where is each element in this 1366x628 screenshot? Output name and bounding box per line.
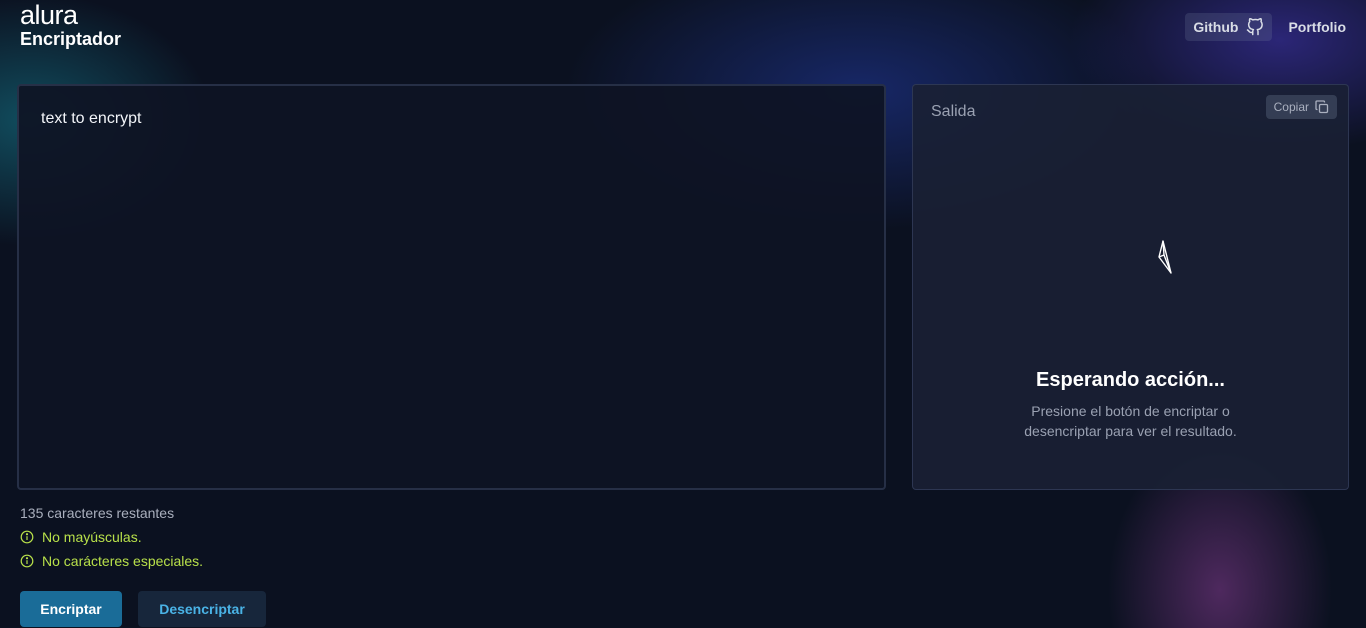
text-input[interactable]: text to encrypt [19,86,884,488]
copy-button[interactable]: Copiar [1265,95,1337,119]
pen-icon [1158,240,1172,274]
output-panel: Salida Copiar Esperando acción... Presio… [912,84,1349,490]
encrypt-button[interactable]: Encriptar [20,591,122,627]
info-icon [20,554,34,568]
output-label: Salida [931,103,976,120]
rule-lowercase: No mayúsculas. [20,529,203,545]
logo-brand: alura [20,0,78,30]
info-icon [20,530,34,544]
rule-text: No mayúsculas. [42,529,142,545]
input-info: 135 caracteres restantes No mayúsculas. … [20,505,203,569]
rule-text: No carácteres especiales. [42,553,204,569]
copy-icon [1315,100,1329,114]
app-logo: alura Encriptador [20,2,121,50]
action-buttons: Encriptar Desencriptar [20,591,266,627]
rule-no-special: No carácteres especiales. [20,553,203,569]
portfolio-link[interactable]: Portfolio [1288,19,1346,35]
waiting-description: Presione el botón de encriptar o desencr… [1024,403,1237,439]
top-nav: Github Portfolio [1185,13,1346,41]
decrypt-button[interactable]: Desencriptar [138,591,266,627]
input-panel: text to encrypt [17,84,886,490]
waiting-title: Esperando acción... [1036,369,1225,391]
github-link[interactable]: Github [1185,13,1273,41]
github-label: Github [1193,19,1239,35]
remaining-characters: 135 caracteres restantes [20,505,175,521]
github-icon [1247,18,1264,36]
app-title: Encriptador [20,29,122,49]
copy-label: Copiar [1273,100,1309,114]
